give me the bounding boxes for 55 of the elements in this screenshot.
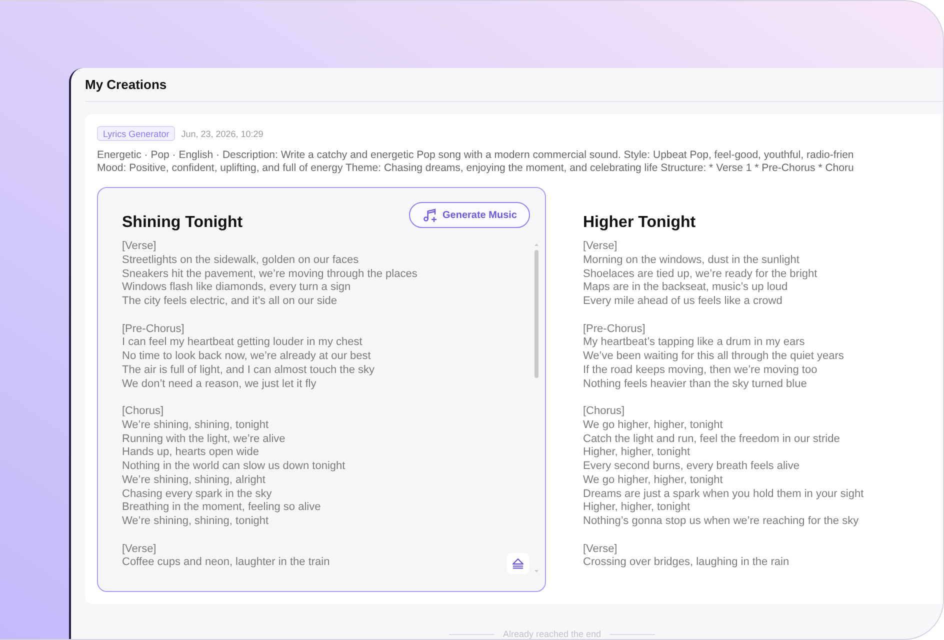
lyric-line: Breathing in the moment, feeling so alive: [122, 501, 321, 515]
section-label: [Verse]: [122, 240, 156, 254]
song-card[interactable]: [97, 187, 546, 592]
lyric-line: Streetlights on the sidewalk, golden on our faces: [122, 254, 359, 268]
category-tag: Lyrics Generator: [97, 126, 176, 141]
lyric-line: Coffee cups and neon, laughter in the train: [122, 556, 330, 570]
lyric-line: Catch the light and run, feel the freedom in our stride: [583, 432, 840, 446]
lyric-line: We don’t need a reason, we just let it fly: [122, 378, 316, 392]
description-line: Mood: Positive, confident, uplifting, and full of energy Theme: Chasing dreams, enjoying the moment, and celebrating life Structure: * Verse 1 * Pre-Chorus * Choru: [97, 162, 854, 175]
song-title: Shining Tonight: [122, 213, 243, 233]
lyric-line: We’re shining, shining, tonight: [122, 515, 269, 529]
section-label: [Verse]: [583, 542, 618, 556]
lyric-line: Nothing’s gonna stop us when we’re reaching for the sky: [583, 515, 859, 529]
generate-music-button[interactable]: Generate Music: [408, 202, 530, 228]
lyric-line: Nothing in the world can slow us down tonight: [122, 460, 346, 474]
description-line: Energetic · Pop · English · Description: Write a catchy and energetic Pop song with a modern commercial sound. Style: Upbeat Pop, feel-good, youthful, radio-frien: [97, 149, 854, 162]
section-label: [Chorus]: [583, 405, 625, 419]
scrollbar[interactable]: [534, 243, 539, 573]
panel-title: My Creations: [85, 77, 167, 92]
lyric-line: We go higher, higher, tonight: [583, 418, 723, 432]
lyric-line: If the road keeps moving, then we’re moving too: [583, 364, 818, 378]
lyric-line: Hands up, hearts open wide: [122, 446, 259, 460]
lyric-line: Every mile ahead of us feels like a crowd: [583, 295, 782, 309]
music-note-plus-icon: [422, 208, 437, 222]
scroll-top-button[interactable]: [507, 553, 529, 574]
lyric-line: Chasing every spark in the sky: [122, 488, 272, 502]
creation-date: Jun, 23, 2026, 10:29: [181, 128, 264, 138]
section-label: [Pre-Chorus]: [583, 322, 646, 336]
lyric-line: No time to look back now, we’re already at our best: [122, 350, 371, 364]
lyric-line: Nothing feels heavier than the sky turned blue: [583, 378, 807, 392]
lyric-line: Windows flash like diamonds, every turn a sign: [122, 281, 351, 295]
section-label: [Chorus]: [122, 405, 164, 419]
lyric-line: Higher, higher, tonight: [583, 501, 690, 515]
lyric-line: The city feels electric, and it’s all on our side: [122, 295, 338, 309]
lyric-line: We’ve been waiting for this all through the quiet years: [583, 350, 844, 364]
lyric-line: I can feel my heartbeat getting louder in my chest: [122, 336, 362, 350]
section-label: [Verse]: [122, 542, 156, 556]
song-title: Higher Tonight: [583, 213, 696, 233]
lyric-line: We’re shining, shining, tonight: [122, 418, 269, 432]
lyric-line: Higher, higher, tonight: [583, 446, 690, 460]
eject-icon: [512, 558, 524, 569]
lyric-line: Maps are in the backseat, music’s up loud: [583, 281, 788, 295]
section-label: [Verse]: [583, 240, 618, 254]
lyric-line: Every second burns, every breath feels alive: [583, 460, 800, 474]
lyric-line: Dreams are just a spark when you hold them in your sight: [583, 488, 864, 502]
lyric-line: Running with the light, we’re alive: [122, 432, 286, 446]
section-label: [Pre-Chorus]: [122, 322, 184, 336]
lyric-line: Sneakers hit the pavement, we’re moving through the places: [122, 268, 418, 282]
lyric-line: We’re shining, shining, alright: [122, 474, 266, 488]
lyric-line: We go higher, higher, tonight: [583, 474, 723, 488]
lyric-line: Crossing over bridges, laughing in the rain: [583, 556, 790, 570]
lyric-line: The air is full of light, and I can almost touch the sky: [122, 364, 375, 378]
lyric-line: Morning on the windows, dust in the sunlight: [583, 254, 800, 268]
lyric-line: My heartbeat’s tapping like a drum in my ears: [583, 336, 805, 350]
lyric-line: Shoelaces are tied up, we’re ready for the bright: [583, 268, 818, 282]
